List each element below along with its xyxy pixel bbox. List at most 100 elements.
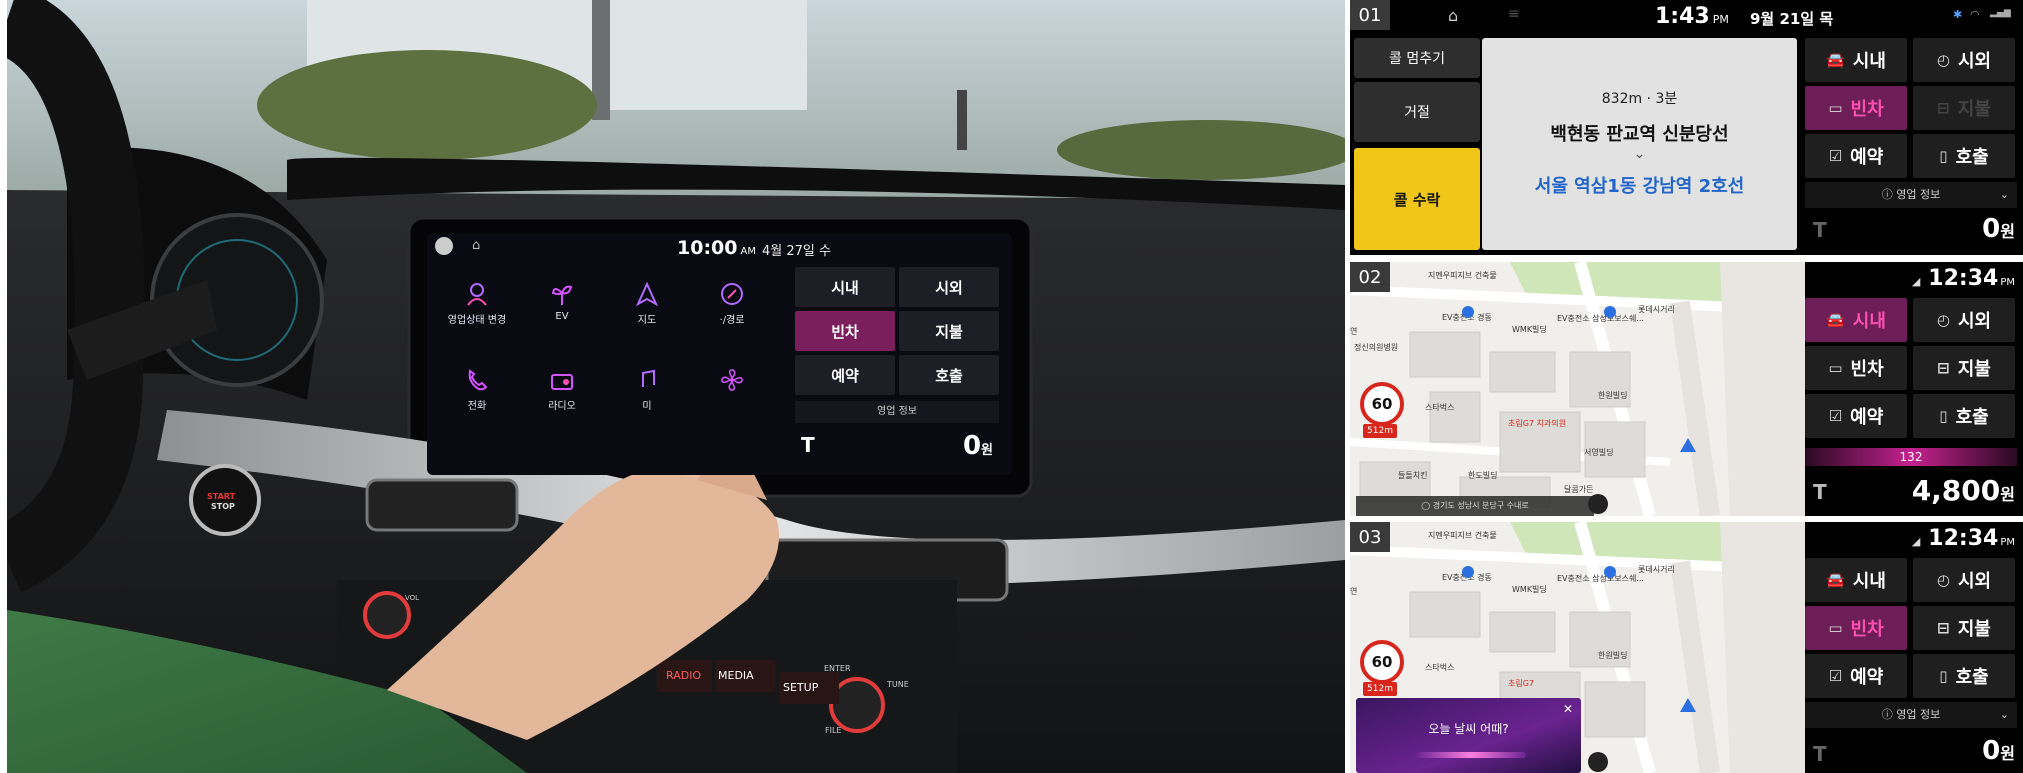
city-label: 시내: [1852, 311, 1886, 332]
business-info-label: ⓘ 영업 정보: [1881, 708, 1941, 721]
taxi-control-panel: 시내 시외 빈차 지불 예약 호출 영업 정보 T 0원: [795, 261, 1005, 471]
media-button[interactable]: MEDIA: [718, 669, 754, 682]
empty-car-button[interactable]: ▭ 빈차: [1805, 346, 1907, 390]
accept-call-label: 콜 수락: [1393, 190, 1441, 209]
step-number: 01: [1358, 4, 1382, 26]
menu-icon[interactable]: ≡: [1508, 6, 1520, 22]
t-logo: T: [801, 433, 815, 457]
map-poi-label: 연: [1350, 587, 1358, 596]
accept-call-button[interactable]: 콜 수락: [1354, 148, 1480, 250]
app-route[interactable]: ·/경로: [692, 281, 772, 326]
map-poi-label: 지멘우피지브 건축물: [1428, 271, 1497, 280]
head-unit-date: 4월 27일 수: [762, 244, 831, 259]
current-address-bar[interactable]: ◯ 경기도 성남시 분당구 수내로: [1356, 496, 1594, 516]
home-icon[interactable]: ⌂: [1448, 6, 1458, 25]
payment-icon: ⊟: [1937, 99, 1950, 117]
plant-icon: [551, 285, 573, 305]
clock: 1:43 PM: [1655, 4, 1729, 29]
voice-query-text: 오늘 날씨 어때?: [1428, 722, 1509, 736]
calendar-icon: ☑: [1828, 407, 1843, 425]
suburb-icon: ◴: [1936, 51, 1950, 69]
city-button[interactable]: 시내: [795, 267, 895, 307]
payment-button[interactable]: 지불: [899, 311, 999, 351]
chevron-down-icon: ⌄: [1999, 708, 2009, 721]
payment-button[interactable]: ⊟ 지불: [1913, 86, 2015, 130]
taxi-control-panel: ◢ 12:34 PM 🚘 시내 ◴ 시외 ▭ 빈차 ⊟ 지불 ☑ 예약 ▯ 호출 ⓘ 영업 정보…: [1805, 522, 2023, 773]
app-label: EV: [555, 311, 569, 322]
radio-button[interactable]: RADIO: [666, 669, 701, 682]
suburb-button[interactable]: 시외: [899, 267, 999, 307]
business-info-bar[interactable]: ⓘ 영업 정보 ⌄: [1805, 182, 2017, 208]
business-info-bar[interactable]: ⓘ 영업 정보 ⌄: [1805, 702, 2017, 728]
city-button[interactable]: 🚘 시내: [1805, 298, 1907, 342]
empty-car-button[interactable]: ▭ 빈차: [1805, 606, 1907, 650]
current-position-icon: [1680, 438, 1696, 452]
app-music[interactable]: 미: [607, 367, 687, 412]
head-unit-ampm: AM: [740, 246, 756, 257]
fare-display: 0원: [963, 431, 993, 461]
reserve-button[interactable]: ☑ 예약: [1805, 654, 1907, 698]
app-label: 영업상태 변경: [447, 315, 507, 326]
app-phone[interactable]: 전화: [437, 367, 517, 412]
app-radio[interactable]: 라디오: [522, 367, 602, 412]
call-button[interactable]: ▯ 호출: [1913, 394, 2015, 438]
city-button[interactable]: 🚘 시내: [1805, 38, 1907, 82]
suburb-button[interactable]: ◴ 시외: [1913, 298, 2015, 342]
suburb-label: 시외: [1957, 51, 1992, 72]
stop-call-button[interactable]: 콜 멈추기: [1354, 38, 1480, 78]
app-ev[interactable]: EV: [522, 281, 602, 322]
reserve-button[interactable]: 예약: [795, 355, 895, 395]
fan-icon: [721, 369, 743, 391]
app-climate[interactable]: [692, 367, 772, 397]
app-label: 미: [642, 401, 652, 412]
call-button[interactable]: 호출: [899, 355, 999, 395]
home-icon[interactable]: ⌂: [472, 238, 480, 253]
fare-value: 0: [962, 431, 982, 461]
setup-button[interactable]: SETUP: [783, 681, 818, 694]
navigation-map[interactable]: 지멘우피지브 건축물 EV충전소 경동 EV충전소 삼성보보스쉐... WMK빌…: [1350, 522, 1805, 773]
payment-button[interactable]: ⊟ 지불: [1913, 346, 2015, 390]
car-icon: 🚘: [1826, 311, 1845, 329]
suburb-button[interactable]: ◴ 시외: [1913, 558, 2015, 602]
profile-avatar[interactable]: [435, 237, 453, 255]
close-icon[interactable]: ✕: [1563, 702, 1573, 716]
meter-bar: 132: [1805, 448, 2017, 466]
map-poi-label: 초림G7 치과의원: [1508, 419, 1566, 428]
suburb-label: 시외: [1957, 311, 1992, 332]
ev-charger-icon[interactable]: [1604, 306, 1616, 318]
ev-charger-icon[interactable]: [1462, 306, 1474, 318]
location-pin-icon[interactable]: [1588, 494, 1608, 514]
reject-button[interactable]: 거절: [1354, 82, 1480, 142]
t-logo: T: [1813, 480, 1827, 504]
chevron-down-icon: ⌄: [1633, 146, 1646, 162]
suburb-button[interactable]: ◴ 시외: [1913, 38, 2015, 82]
reserve-button[interactable]: ☑ 예약: [1805, 134, 1907, 178]
location-pin-icon[interactable]: [1588, 752, 1608, 772]
call-device-icon: ▯: [1939, 667, 1948, 685]
map-poi-label: 스타벅스: [1425, 663, 1455, 672]
head-unit-time-value: 10:00: [677, 237, 738, 259]
app-map[interactable]: 지도: [607, 281, 687, 326]
ev-charger-icon[interactable]: [1462, 566, 1474, 578]
speed-limit-sign: 60: [1360, 640, 1404, 684]
call-button[interactable]: ▯ 호출: [1913, 654, 2015, 698]
voice-assistant-popup[interactable]: ✕ 오늘 날씨 어때?: [1356, 698, 1581, 773]
city-button[interactable]: 🚘 시내: [1805, 558, 1907, 602]
clock-time: 1:43: [1655, 4, 1710, 29]
empty-car-button[interactable]: ▭ 빈차: [1805, 86, 1907, 130]
empty-car-button[interactable]: 빈차: [795, 311, 895, 351]
call-button[interactable]: ▯ 호출: [1913, 134, 2015, 178]
navigation-map[interactable]: 지멘우피지브 건축물 EV충전소 경동 EV충전소 삼성보보스쉐... WMK빌…: [1350, 262, 1805, 516]
suburb-label: 시외: [935, 278, 963, 297]
app-status-change[interactable]: 영업상태 변경: [437, 281, 517, 326]
taxi-control-panel: ◢ 12:34 PM 🚘 시내 ◴ 시외 ▭ 빈차 ⊟ 지불 ☑ 예약 ▯ 호출 132 T 4…: [1805, 262, 2023, 516]
enter-label: ENTER: [824, 664, 851, 673]
music-icon: [642, 369, 655, 387]
ev-charger-icon[interactable]: [1604, 566, 1616, 578]
fare-unit: 원: [2000, 744, 2015, 763]
business-info-bar[interactable]: 영업 정보: [795, 401, 999, 423]
reserve-button[interactable]: ☑ 예약: [1805, 394, 1907, 438]
app-label: ·/경로: [719, 315, 745, 326]
fare-value: 0: [1982, 214, 2001, 244]
payment-button[interactable]: ⊟ 지불: [1913, 606, 2015, 650]
